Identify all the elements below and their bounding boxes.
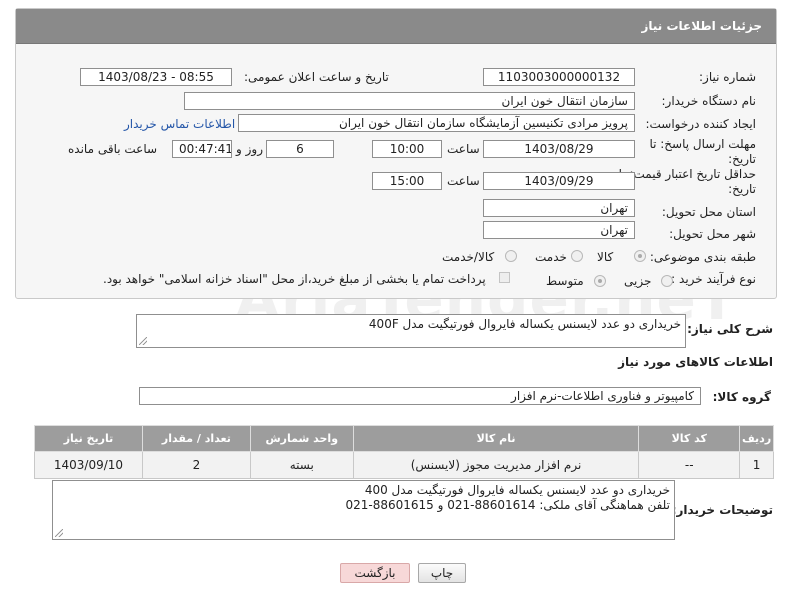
category-label: طبقه بندی موضوعی: xyxy=(649,250,756,264)
purchase-type-label: نوع فرآیند خرید : xyxy=(671,272,756,286)
buyer-notes-label: توضیحات خریدار: xyxy=(671,503,773,517)
goods-table-header-row: ردیف کد کالا نام کالا واحد شمارش تعداد /… xyxy=(34,425,774,452)
buyer-notes-textarea[interactable]: خریداری دو عدد لایسنس یکساله فایروال فور… xyxy=(52,480,675,540)
requester-label: ایجاد کننده درخواست: xyxy=(645,117,756,131)
category-radio-goods-service[interactable] xyxy=(505,250,517,262)
city-field: تهران xyxy=(483,221,635,239)
category-radio-service[interactable] xyxy=(571,250,583,262)
purchase-radio-medium[interactable] xyxy=(594,275,606,287)
back-button[interactable]: بازگشت xyxy=(340,563,410,583)
days-field: 6 xyxy=(266,140,334,158)
cell-quantity: 2 xyxy=(141,451,251,479)
need-number-label: شماره نیاز: xyxy=(699,70,756,84)
col-header-row-number: ردیف xyxy=(739,425,774,452)
buyer-notes-line-2: تلفن هماهنگی آقای ملکی: 88601614-021 و 8… xyxy=(345,498,670,512)
remaining-label: ساعت باقی مانده xyxy=(68,142,158,156)
cell-item-code: -- xyxy=(638,451,741,479)
cell-unit: بسته xyxy=(249,451,354,479)
treasury-payment-note: پرداخت تمام یا بخشی از مبلغ خرید،از محل … xyxy=(103,272,486,286)
cell-need-date: 1403/09/10 xyxy=(34,451,143,479)
announce-datetime-field: 1403/08/23 - 08:55 xyxy=(80,68,232,86)
reply-deadline-label: مهلت ارسال پاسخ: تا xyxy=(649,137,756,151)
remaining-time-field: 00:47:41 xyxy=(172,140,232,158)
cell-item-name: نرم افزار مدیریت مجوز (لایسنس) xyxy=(352,451,640,479)
col-header-quantity: تعداد / مقدار xyxy=(141,425,251,452)
col-header-unit: واحد شمارش xyxy=(249,425,354,452)
resize-grip-icon[interactable] xyxy=(55,529,63,537)
validity-time-label: ساعت xyxy=(447,174,480,188)
validity-date-field: 1403/09/29 xyxy=(483,172,635,190)
category-option-service: خدمت xyxy=(535,250,567,264)
validity-label-date: تاریخ: xyxy=(728,182,756,196)
buyer-org-label: نام دستگاه خریدار: xyxy=(661,94,757,108)
buyer-notes-line-1: خریداری دو عدد لایسنس یکساله فایروال فور… xyxy=(364,483,670,497)
category-option-goods: کالا xyxy=(597,250,614,264)
validity-time-field: 15:00 xyxy=(372,172,442,190)
summary-textarea[interactable]: خریداری دو عدد لایسنس یکساله فایروال فور… xyxy=(136,314,686,348)
requester-field: پرویز مرادی تکنیسین آزمایشگاه سازمان انت… xyxy=(238,114,635,132)
resize-grip-icon[interactable] xyxy=(139,337,147,345)
panel-header: جزئیات اطلاعات نیاز xyxy=(16,9,776,44)
col-header-need-date: تاریخ نیاز xyxy=(34,425,143,452)
buyer-org-field: سازمان انتقال خون ایران xyxy=(184,92,635,110)
buyer-contact-link[interactable]: اطلاعات تماس خریدار xyxy=(124,117,235,131)
col-header-item-code: کد کالا xyxy=(638,425,741,452)
treasury-payment-checkbox[interactable] xyxy=(499,272,510,283)
province-label: استان محل تحویل: xyxy=(661,205,756,219)
goods-section-title: اطلاعات کالاهای مورد نیاز xyxy=(618,355,773,369)
summary-text: خریداری دو عدد لایسنس یکساله فایروال فور… xyxy=(368,317,681,331)
category-radio-goods[interactable] xyxy=(634,250,646,262)
reply-time-label: ساعت xyxy=(447,142,480,156)
reply-time-field: 10:00 xyxy=(372,140,442,158)
panel-title: جزئیات اطلاعات نیاز xyxy=(641,19,762,33)
reply-date-field: 1403/08/29 xyxy=(483,140,635,158)
summary-label: شرح کلی نیاز: xyxy=(687,322,773,336)
need-number-field: 1103003000000132 xyxy=(483,68,635,86)
purchase-radio-minor[interactable] xyxy=(661,275,673,287)
print-button[interactable]: چاپ xyxy=(418,563,466,583)
category-option-goods-service: کالا/خدمت xyxy=(442,250,495,264)
days-label: روز و xyxy=(236,142,263,156)
reply-deadline-label-date: تاریخ: xyxy=(728,152,756,166)
announce-label: تاریخ و ساعت اعلان عمومی: xyxy=(244,70,389,84)
province-field: تهران xyxy=(483,199,635,217)
goods-table: ردیف کد کالا نام کالا واحد شمارش تعداد /… xyxy=(34,425,774,479)
validity-label: حداقل تاریخ اعتبار قیمت: تا xyxy=(618,167,756,181)
purchase-option-medium: متوسط xyxy=(546,274,584,288)
table-row: 1 -- نرم افزار مدیریت مجوز (لایسنس) بسته… xyxy=(34,451,774,479)
purchase-option-minor: جزیی xyxy=(624,274,652,288)
goods-group-label: گروه کالا: xyxy=(712,390,771,404)
city-label: شهر محل تحویل: xyxy=(669,227,756,241)
col-header-item-name: نام کالا xyxy=(352,425,640,452)
cell-row-number: 1 xyxy=(739,451,774,479)
goods-group-field: کامپیوتر و فناوری اطلاعات-نرم افزار xyxy=(139,387,701,405)
